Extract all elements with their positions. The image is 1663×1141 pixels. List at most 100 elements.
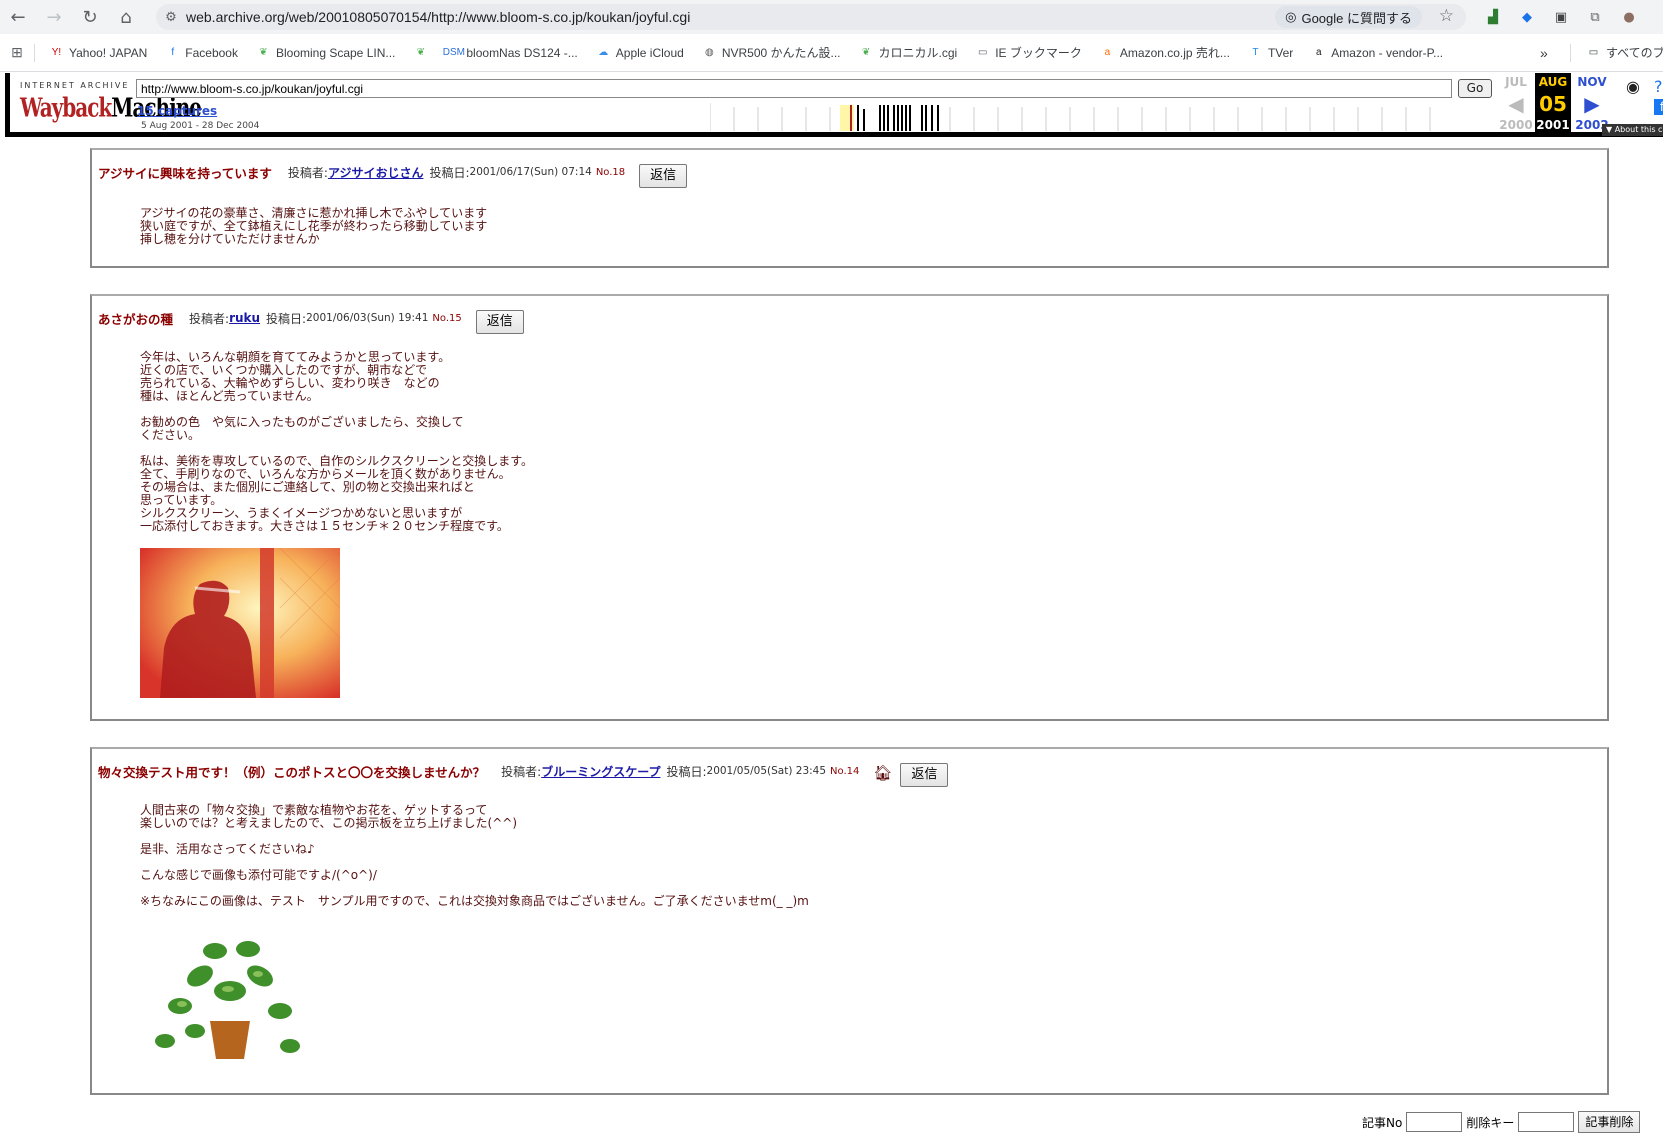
bookmark-label: IE ブックマーク bbox=[995, 46, 1082, 60]
calendar-prev-arrow-icon[interactable]: ◀ bbox=[1498, 91, 1534, 117]
capture-sparkline[interactable] bbox=[710, 103, 1454, 131]
bookmark-item[interactable]: Y! Yahoo! JAPAN bbox=[49, 45, 148, 60]
post-date: 2001/05/05(Sat) 23:45 bbox=[706, 765, 827, 777]
bookmark-item[interactable]: f Facebook bbox=[165, 45, 238, 60]
calendar-current-year: 2001 bbox=[1536, 118, 1570, 132]
extension-bookmark-icon[interactable]: ▣ bbox=[1552, 8, 1570, 26]
yahoo-icon: Y! bbox=[51, 47, 62, 58]
bookmark-label: Facebook bbox=[185, 45, 238, 60]
calendar-current-month: AUG bbox=[1538, 75, 1568, 89]
calendar-next-month: NOV bbox=[1577, 75, 1607, 89]
bookmark-list: Y! Yahoo! JAPAN f Facebook ❦ Blooming Scape L… bbox=[49, 44, 1461, 61]
delete-form: 記事No 削除キー 記事削除 bbox=[1362, 1111, 1641, 1133]
calendar-prev-column[interactable]: JUL ◀ 2000 bbox=[1498, 73, 1534, 133]
capture-range: 5 Aug 2001 - 28 Dec 2004 bbox=[141, 121, 260, 131]
captures-link[interactable]: 15 captures bbox=[137, 104, 217, 118]
post-body: 人間古来の「物々交換」で素敵な植物やお花を、ゲットするって 楽しいのでは？と考え… bbox=[140, 803, 809, 908]
bookmark-item[interactable]: ☁ Apple iCloud bbox=[596, 45, 684, 60]
wayback-logo[interactable]: INTERNET ARCHIVE WaybackMachine bbox=[20, 81, 202, 123]
post-header: 物々交換テスト用です！（例）このポトスと〇〇を交換しませんか？ 投稿者: ブルー… bbox=[98, 755, 949, 787]
apps-grid-icon[interactable]: ⊞ bbox=[0, 36, 34, 70]
calendar-current-day: 05 bbox=[1539, 92, 1567, 116]
wayback-url-input[interactable] bbox=[136, 79, 1452, 98]
wayback-machine-wordmark: WaybackMachine bbox=[20, 92, 202, 124]
bookmark-label: bloomNas DS124 -... bbox=[466, 45, 578, 60]
post-date: 2001/06/17(Sun) 07:14 bbox=[469, 166, 592, 178]
bookmark-item[interactable]: ❦ bbox=[413, 45, 428, 60]
all-bookmarks-folder[interactable]: ▭ すべてのブ bbox=[1586, 44, 1663, 61]
bookmark-item[interactable]: T TVer bbox=[1248, 45, 1293, 60]
author-link[interactable]: ブルーミングスケープ bbox=[541, 763, 660, 780]
bookmark-item[interactable]: ▭ IE ブックマーク bbox=[975, 44, 1082, 61]
more-bookmarks-icon[interactable]: » bbox=[1540, 45, 1548, 61]
address-url[interactable]: web.archive.org/web/20010805070154/http:… bbox=[186, 9, 690, 25]
date-label: 投稿日: bbox=[666, 764, 707, 779]
post-no-label: 記事No bbox=[1362, 1115, 1403, 1130]
post-title: あさがおの種 bbox=[98, 311, 174, 327]
leaf-icon: ❦ bbox=[861, 47, 871, 58]
author-link[interactable]: アジサイおじさん bbox=[328, 164, 424, 181]
bookmark-label: Yahoo! JAPAN bbox=[69, 45, 148, 60]
google-ask-button[interactable]: ◎ Google に質問する bbox=[1275, 6, 1422, 28]
post-body: アジサイの花の豪華さ、清廉さに惹かれ挿し木でふやしています 狭い庭ですが、全て鉢… bbox=[140, 206, 488, 246]
post-no-input[interactable] bbox=[1406, 1112, 1463, 1132]
extensions-puzzle-icon[interactable]: ⧉ bbox=[1586, 8, 1604, 26]
globe-icon: ◍ bbox=[704, 47, 714, 58]
extension-chart-icon[interactable]: ▟ bbox=[1484, 8, 1502, 26]
author-label: 投稿者: bbox=[501, 764, 542, 779]
bookmark-item[interactable]: DSM bloomNas DS124 -... bbox=[442, 45, 578, 60]
site-info-icon[interactable]: ⚙ bbox=[156, 10, 186, 25]
bookmark-item[interactable]: a Amazon - vendor-P... bbox=[1311, 45, 1443, 60]
bookmark-label: Amazon.co.jp 売れ... bbox=[1119, 46, 1230, 60]
bookmark-label: Apple iCloud bbox=[615, 45, 684, 60]
wayback-go-button[interactable]: Go bbox=[1458, 79, 1492, 98]
cloud-icon: ☁ bbox=[598, 47, 609, 58]
post-18: アジサイに興味を持っています 投稿者: アジサイおじさん 投稿日: 2001/0… bbox=[90, 148, 1609, 268]
bookmark-item[interactable]: ◍ NVR500 かんたん設... bbox=[702, 44, 841, 61]
bookmark-item[interactable]: ❦ カロニカル.cgi bbox=[859, 44, 957, 61]
home-icon[interactable]: 🏠︎ bbox=[873, 764, 892, 782]
delete-key-input[interactable] bbox=[1518, 1112, 1575, 1132]
bookmark-item[interactable]: a Amazon.co.jp 売れ... bbox=[1100, 44, 1230, 61]
bookmark-label: Blooming Scape LIN... bbox=[275, 45, 396, 60]
post-number: No.14 bbox=[830, 765, 860, 777]
reload-icon[interactable]: ↻ bbox=[72, 0, 108, 34]
calendar-next-arrow-icon[interactable]: ▶ bbox=[1574, 91, 1610, 117]
bookmark-item[interactable]: ❦ Blooming Scape LIN... bbox=[256, 45, 395, 60]
back-arrow-icon[interactable]: ← bbox=[0, 0, 36, 34]
reply-button[interactable]: 返信 bbox=[900, 763, 949, 787]
reply-button[interactable]: 返信 bbox=[639, 164, 688, 188]
bookmark-label: TVer bbox=[1267, 45, 1294, 60]
amazon-icon: a bbox=[1104, 47, 1111, 58]
bookmark-star-icon[interactable]: ☆ bbox=[1439, 6, 1454, 26]
home-icon[interactable]: ⌂ bbox=[108, 0, 144, 34]
bookmark-label: NVR500 かんたん設... bbox=[721, 46, 841, 60]
internet-archive-label: INTERNET ARCHIVE bbox=[20, 81, 130, 90]
facebook-icon: f bbox=[171, 47, 175, 58]
post-number: No.15 bbox=[432, 312, 462, 324]
forward-arrow-icon[interactable]: → bbox=[36, 0, 72, 34]
leaf-icon: ❦ bbox=[259, 47, 268, 58]
post-title: 物々交換テスト用です！（例）このポトスと〇〇を交換しませんか？ bbox=[98, 764, 486, 780]
tver-icon: T bbox=[1252, 47, 1259, 58]
dsm-icon: DSM bbox=[442, 47, 465, 58]
facebook-share-icon[interactable]: f bbox=[1654, 99, 1663, 115]
help-icon[interactable]: ? bbox=[1654, 77, 1663, 96]
address-bar[interactable]: ⚙ web.archive.org/web/20010805070154/htt… bbox=[156, 4, 1466, 30]
extension-tag-icon[interactable]: ◆ bbox=[1518, 8, 1536, 26]
reply-button[interactable]: 返信 bbox=[475, 310, 524, 334]
about-capture-button[interactable]: ▼ About this capture bbox=[1602, 124, 1663, 136]
pothos-plant-image bbox=[140, 921, 310, 1071]
account-icon[interactable]: ◉ bbox=[1626, 77, 1640, 96]
post-number: No.18 bbox=[595, 166, 626, 178]
post-15: あさがおの種 投稿者: ruku 投稿日: 2001/06/03(Sun) 19… bbox=[90, 294, 1609, 721]
delete-post-button[interactable]: 記事削除 bbox=[1578, 1111, 1641, 1133]
calendar-prev-month: JUL bbox=[1505, 75, 1527, 89]
profile-avatar-icon[interactable]: ● bbox=[1620, 8, 1638, 26]
post-title: アジサイに興味を持っています bbox=[98, 165, 272, 181]
post-14: 物々交換テスト用です！（例）このポトスと〇〇を交換しませんか？ 投稿者: ブルー… bbox=[90, 747, 1609, 1095]
silkscreen-image bbox=[140, 548, 340, 698]
capture-calendar: JUL ◀ 2000 AUG 05 2001 NOV ▶ 2002 bbox=[1498, 73, 1618, 133]
author-link[interactable]: ruku bbox=[229, 311, 260, 325]
all-bookmarks-label: すべてのブ bbox=[1606, 46, 1663, 60]
